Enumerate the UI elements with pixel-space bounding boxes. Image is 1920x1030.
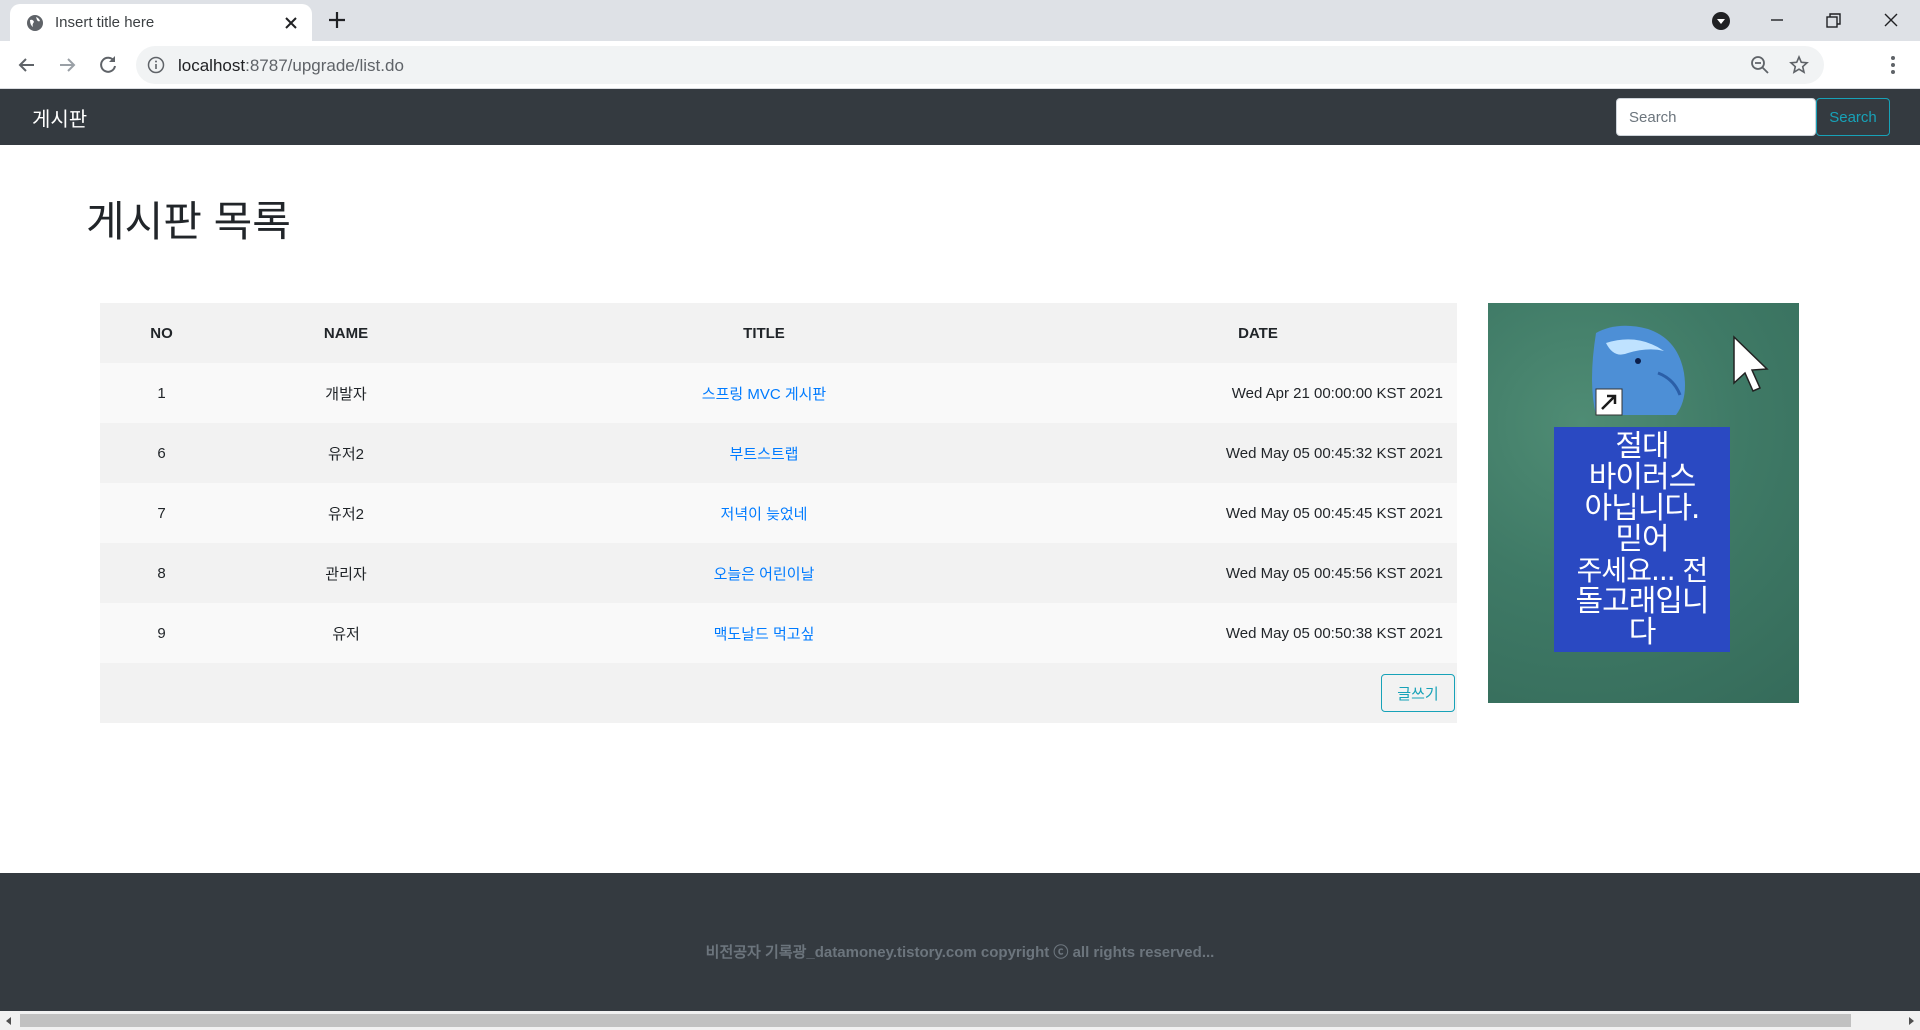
- table-footer-cell: 글쓰기: [100, 663, 1457, 723]
- restore-icon[interactable]: [1820, 8, 1846, 34]
- table-row: 6 유저2 부트스트랩 Wed May 05 00:45:32 KST 2021: [100, 423, 1457, 483]
- cell-title: 스프링 MVC 게시판: [469, 363, 1059, 423]
- arrow-left-icon[interactable]: [14, 52, 40, 78]
- table-row: 7 유저2 저녁이 늦었네 Wed May 05 00:45:45 KST 20…: [100, 483, 1457, 543]
- plus-icon[interactable]: [326, 9, 348, 31]
- cell-date: Wed May 05 00:50:38 KST 2021: [1059, 603, 1457, 663]
- column-header-date: DATE: [1059, 303, 1457, 363]
- globe-icon: [27, 15, 43, 31]
- horizontal-scrollbar[interactable]: [0, 1011, 1920, 1030]
- image-caption-line: 다: [1628, 615, 1657, 650]
- cell-name: 관리자: [223, 543, 469, 603]
- scroll-right-icon[interactable]: [1906, 1016, 1916, 1026]
- image-caption-line: 바이러스: [1588, 460, 1696, 495]
- post-title-link[interactable]: 맥도날드 먹고싶: [714, 626, 815, 643]
- page-title: 게시판 목록: [86, 198, 291, 245]
- minimize-icon[interactable]: [1764, 8, 1790, 34]
- close-icon[interactable]: [281, 13, 301, 33]
- cell-no: 9: [100, 603, 223, 663]
- url-path: :8787/upgrade/list.do: [245, 56, 404, 75]
- more-vert-icon[interactable]: [1880, 52, 1906, 78]
- star-icon[interactable]: [1789, 55, 1809, 75]
- write-post-button[interactable]: 글쓰기: [1381, 674, 1455, 712]
- image-caption-line: 절대: [1615, 429, 1669, 464]
- post-title-link[interactable]: 저녁이 늦었네: [721, 506, 808, 523]
- cell-no: 1: [100, 363, 223, 423]
- scroll-left-icon[interactable]: [4, 1016, 14, 1026]
- image-caption: 절대 바이러스 아닙니다. 믿어 주세요... 전 돌고래입니 다: [1546, 431, 1738, 648]
- cell-name: 유저: [223, 603, 469, 663]
- column-header-name: NAME: [223, 303, 469, 363]
- scrollbar-thumb[interactable]: [20, 1014, 1851, 1027]
- cell-title: 부트스트랩: [469, 423, 1059, 483]
- cell-name: 유저2: [223, 423, 469, 483]
- browser-toolbar: localhost:8787/upgrade/list.do: [0, 41, 1920, 89]
- cell-date: Wed Apr 21 00:00:00 KST 2021: [1059, 363, 1457, 423]
- cell-name: 유저2: [223, 483, 469, 543]
- search-input[interactable]: [1616, 98, 1816, 136]
- image-caption-line: 믿어: [1615, 522, 1669, 557]
- post-title-link[interactable]: 오늘은 어린이날: [714, 566, 815, 583]
- browser-tab-strip: Insert title here: [0, 0, 1920, 41]
- browser-tab[interactable]: Insert title here: [10, 4, 312, 41]
- column-header-title: TITLE: [469, 303, 1059, 363]
- cell-no: 6: [100, 423, 223, 483]
- table-row: 9 유저 맥도날드 먹고싶 Wed May 05 00:50:38 KST 20…: [100, 603, 1457, 663]
- url-host: localhost: [178, 56, 246, 75]
- cell-date: Wed May 05 00:45:56 KST 2021: [1059, 543, 1457, 603]
- column-header-no: NO: [100, 303, 223, 363]
- table-row: 1 개발자 스프링 MVC 게시판 Wed Apr 21 00:00:00 KS…: [100, 363, 1457, 423]
- image-caption-line: 주세요... 전: [1576, 554, 1709, 587]
- image-caption-line: 돌고래입니: [1575, 584, 1710, 619]
- table-row: 8 관리자 오늘은 어린이날 Wed May 05 00:45:56 KST 2…: [100, 543, 1457, 603]
- post-title-link[interactable]: 스프링 MVC 게시판: [702, 386, 826, 403]
- cell-title: 맥도날드 먹고싶: [469, 603, 1059, 663]
- site-navbar: 게시판 Search: [0, 89, 1920, 145]
- post-title-link[interactable]: 부트스트랩: [729, 446, 798, 463]
- cell-name: 개발자: [223, 363, 469, 423]
- footer-copyright: 비전공자 기록광_datamoney.tistory.com copyright…: [705, 944, 1215, 961]
- profile-dropdown-icon[interactable]: [1708, 8, 1734, 34]
- zoom-icon[interactable]: [1750, 55, 1770, 75]
- window-close-icon[interactable]: [1878, 8, 1904, 34]
- cell-date: Wed May 05 00:45:45 KST 2021: [1059, 483, 1457, 543]
- address-bar[interactable]: localhost:8787/upgrade/list.do: [136, 46, 1824, 84]
- cell-no: 7: [100, 483, 223, 543]
- cell-title: 오늘은 어린이날: [469, 543, 1059, 603]
- cell-date: Wed May 05 00:45:32 KST 2021: [1059, 423, 1457, 483]
- url-text: localhost:8787/upgrade/list.do: [178, 56, 404, 76]
- site-footer: 비전공자 기록광_datamoney.tistory.com copyright…: [0, 873, 1920, 1011]
- cell-no: 8: [100, 543, 223, 603]
- navbar-brand[interactable]: 게시판: [32, 103, 87, 132]
- arrow-right-icon[interactable]: [54, 52, 80, 78]
- board-table: NO NAME TITLE DATE 1 개발자 스프링 MVC 게시판 Wed…: [100, 303, 1457, 723]
- table-header-row: NO NAME TITLE DATE: [100, 303, 1457, 363]
- tab-title: Insert title here: [55, 14, 155, 31]
- cell-title: 저녁이 늦었네: [469, 483, 1059, 543]
- side-image: 절대 바이러스 아닙니다. 믿어 주세요... 전 돌고래입니 다: [1488, 303, 1799, 703]
- info-icon[interactable]: [147, 56, 165, 74]
- search-button[interactable]: Search: [1816, 98, 1890, 136]
- image-caption-line: 아닙니다.: [1584, 491, 1701, 526]
- reload-icon[interactable]: [95, 52, 121, 78]
- table-footer-row: 글쓰기: [100, 663, 1457, 723]
